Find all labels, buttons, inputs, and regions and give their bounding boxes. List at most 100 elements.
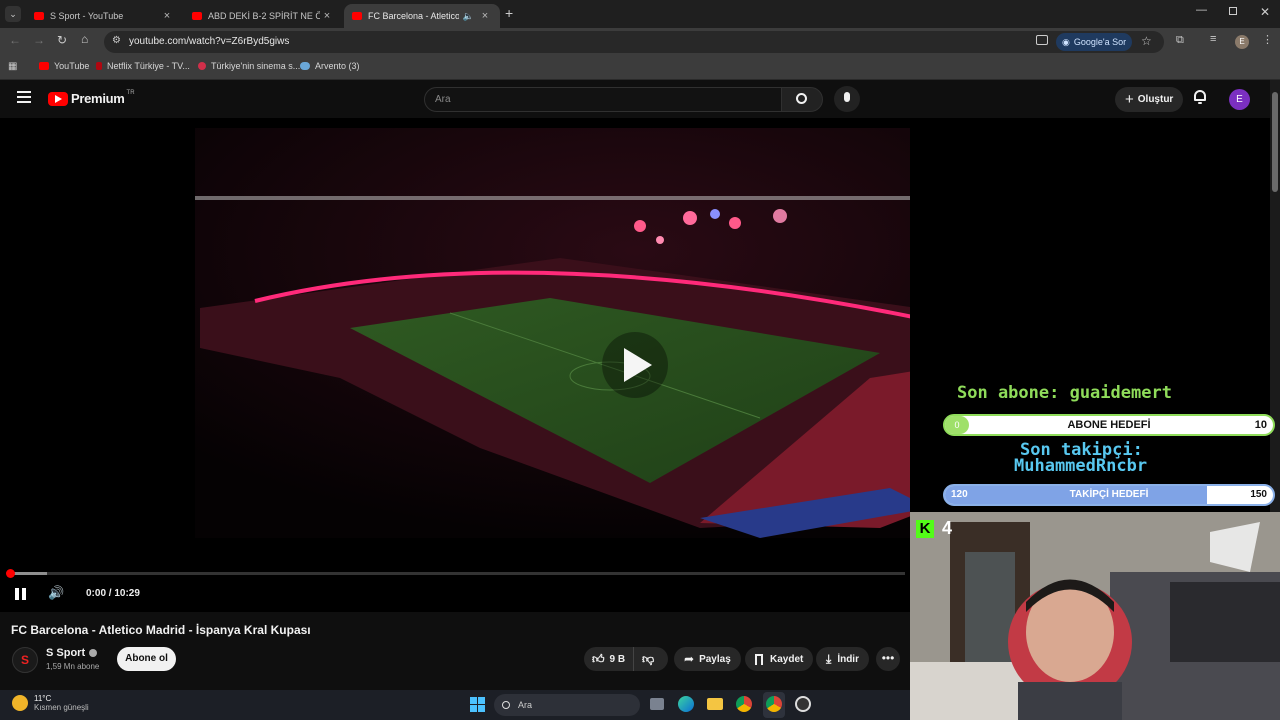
youtube-play-logo-icon	[48, 91, 68, 106]
s-sport-logo-icon: S	[20, 653, 29, 667]
start-button[interactable]	[470, 697, 485, 712]
download-icon: ⤓	[826, 651, 832, 666]
progress-bar[interactable]	[6, 569, 905, 578]
search-input[interactable]: Ara	[435, 94, 451, 105]
arvento-favicon-icon	[300, 62, 310, 70]
google-lens-icon: ◉	[1062, 36, 1070, 47]
share-button[interactable]: ➦ Paylaş	[674, 647, 741, 671]
browser-toolbar: ← → ↻ ⌂ ⚙ youtube.com/watch?v=Z6rByd5giw…	[0, 28, 1280, 56]
bookmark-arvento[interactable]: Arvento (3)	[300, 61, 360, 71]
scrollbar-thumb[interactable]	[1272, 92, 1278, 192]
site-info-icon[interactable]: ⚙	[112, 35, 121, 46]
profile-avatar[interactable]: E	[1235, 35, 1249, 49]
taskbar-search-label: Ara	[518, 700, 533, 710]
dislike-button[interactable]: 👎︎	[634, 652, 654, 667]
minimize-icon[interactable]: —	[1196, 4, 1207, 16]
thumbs-down-icon: 👎︎	[642, 651, 655, 666]
logo-region: TR	[126, 89, 135, 96]
restore-icon[interactable]	[1229, 7, 1237, 15]
play-button-overlay[interactable]	[602, 332, 668, 398]
reload-icon[interactable]: ↻	[57, 33, 67, 47]
bookmark-sinema[interactable]: Türkiye'nin sinema s...	[198, 61, 300, 71]
video-player[interactable]: 🔊 0:00 / 10:29	[0, 118, 910, 612]
youtube-avatar[interactable]: E	[1229, 89, 1250, 110]
back-icon[interactable]: ←	[9, 33, 21, 47]
download-label: İndir	[837, 653, 859, 665]
like-count: 9 B	[609, 653, 626, 665]
time-display: 0:00 / 10:29	[86, 588, 140, 599]
youtube-favicon-icon	[352, 12, 362, 20]
volume-icon[interactable]: 🔊	[48, 585, 64, 601]
menu-icon[interactable]: ⋮	[1262, 33, 1273, 46]
youtube-favicon-icon	[192, 12, 202, 20]
sub-goal-target: 10	[1254, 419, 1267, 431]
taskbar-search[interactable]: Ara	[494, 694, 640, 716]
sub-goal-label: ABONE HEDEFİ	[1067, 419, 1151, 431]
sinema-favicon-icon	[198, 62, 206, 70]
like-button[interactable]: 👍︎ 9 B	[584, 647, 634, 671]
edge-icon[interactable]	[678, 696, 694, 712]
tab-barcelona[interactable]: FC Barcelona - Atletico Ma 🔈 ×	[344, 4, 500, 28]
search-button[interactable]	[781, 87, 823, 112]
close-tab-icon[interactable]: ×	[478, 10, 492, 22]
save-button[interactable]: Kaydet	[745, 647, 814, 671]
pause-button[interactable]	[15, 588, 27, 600]
file-explorer-icon[interactable]	[707, 698, 723, 710]
address-bar[interactable]: ⚙ youtube.com/watch?v=Z6rByd5giws ◉ Googl…	[104, 31, 1164, 53]
home-icon[interactable]: ⌂	[81, 32, 88, 46]
play-icon	[624, 348, 652, 382]
channel-name[interactable]: S Sport	[46, 647, 98, 659]
tab-s-sport[interactable]: S Sport - YouTube ×	[26, 4, 182, 28]
reading-list-icon[interactable]: ≡	[1210, 33, 1216, 45]
obs-icon[interactable]	[795, 696, 811, 712]
voice-search-button[interactable]	[834, 86, 860, 112]
chrome-icon[interactable]	[736, 696, 752, 712]
like-dislike-group: 👍︎ 9 B 👎︎	[584, 647, 668, 671]
new-tab-button[interactable]: +	[505, 5, 513, 21]
microphone-icon	[844, 92, 850, 102]
create-button[interactable]: + Oluştur	[1115, 87, 1184, 112]
browser-tab-strip: ⌄ S Sport - YouTube × ABD DEKİ B-2 SPİRİ…	[0, 0, 1280, 28]
extensions-icon[interactable]: ⧉	[1176, 34, 1184, 47]
video-title: FC Barcelona - Atletico Madrid - İspanya…	[11, 623, 311, 637]
weather-widget[interactable]: 11°C Kısmen güneşli	[12, 694, 89, 712]
weather-desc: Kısmen güneşli	[34, 703, 89, 712]
hamburger-menu-icon[interactable]	[17, 91, 31, 103]
task-view-icon[interactable]	[650, 698, 664, 710]
bookmark-star-icon[interactable]: ☆	[1141, 34, 1152, 48]
notifications-bell-icon[interactable]	[1193, 90, 1207, 105]
subscriber-count: 1,59 Mn abone	[46, 662, 100, 671]
bookmarks-bar: ▦ YouTube Netflix Türkiye - TV... Türkiy…	[0, 56, 1280, 80]
webcam-feed: K 4	[910, 512, 1280, 720]
progress-scrubber[interactable]	[6, 569, 15, 578]
chrome-active-icon[interactable]	[763, 692, 785, 718]
tab-search-icon[interactable]: ⌄	[5, 6, 21, 22]
close-tab-icon[interactable]: ×	[160, 10, 174, 22]
close-window-icon[interactable]: ✕	[1260, 5, 1270, 19]
install-app-icon[interactable]	[1036, 35, 1048, 45]
search-box[interactable]: Ara	[424, 87, 782, 112]
windows-taskbar: 11°C Kısmen güneşli Ara	[0, 690, 910, 720]
url-text[interactable]: youtube.com/watch?v=Z6rByd5giws	[129, 36, 289, 47]
youtube-premium-logo[interactable]: Premium TR	[48, 89, 135, 106]
forward-icon[interactable]: →	[33, 33, 45, 47]
progress-buffered	[10, 572, 47, 575]
bookmark-youtube[interactable]: YouTube	[39, 61, 89, 71]
pause-icon	[15, 588, 19, 600]
audio-playing-icon[interactable]: 🔈	[463, 11, 474, 22]
close-tab-icon[interactable]: ×	[320, 10, 334, 22]
weather-sun-cloud-icon	[12, 695, 28, 711]
google-ask-button[interactable]: ◉ Google'a Sor	[1056, 33, 1133, 51]
apps-grid-icon[interactable]: ▦	[8, 61, 17, 72]
stadium-video-frame	[195, 128, 910, 538]
bookmark-netflix[interactable]: Netflix Türkiye - TV...	[96, 61, 190, 71]
google-ask-label: Google'a Sor	[1073, 37, 1127, 47]
channel-avatar[interactable]: S	[12, 647, 38, 673]
search-icon	[502, 701, 510, 709]
more-actions-button[interactable]: •••	[876, 647, 900, 671]
tab-abd[interactable]: ABD DEKİ B-2 SPİRİT NE ÖYLE A ×	[184, 4, 342, 28]
save-label: Kaydet	[770, 653, 804, 665]
download-button[interactable]: ⤓ İndir	[816, 647, 869, 671]
subscribe-button[interactable]: Abone ol	[117, 647, 176, 671]
more-horizontal-icon: •••	[881, 651, 895, 665]
